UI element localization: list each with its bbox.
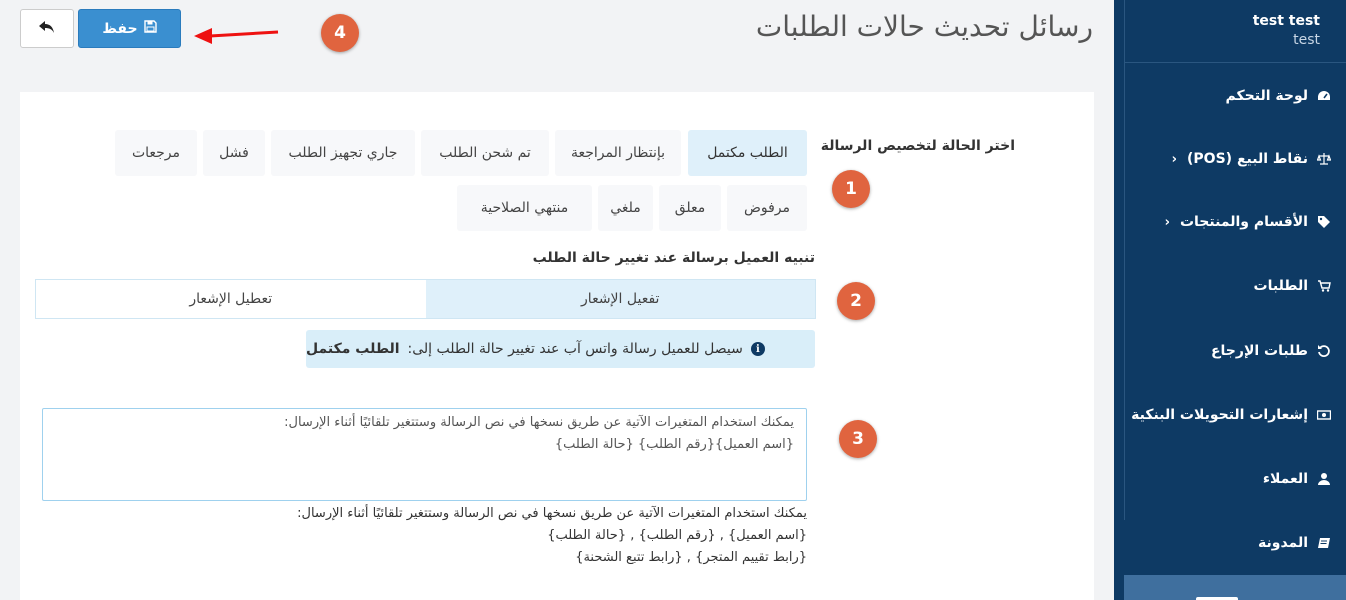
- status-option-refunded[interactable]: مرجعات: [115, 130, 197, 176]
- enable-notification-option[interactable]: تفعيل الإشعار: [425, 280, 815, 318]
- dashboard-icon: [1316, 88, 1332, 104]
- user-separator: [1124, 62, 1346, 63]
- sidebar-item-label: نقاط البيع (POS): [1187, 151, 1308, 167]
- sidebar-item-pos[interactable]: نقاط البيع (POS) ‹: [1172, 147, 1332, 171]
- sidebar-item-blog[interactable]: المدونة: [1258, 531, 1332, 555]
- help-line: يمكنك استخدام المتغيرات الآتية عن طريق ن…: [297, 506, 807, 521]
- sidebar-item-bank-transfers[interactable]: إشعارات التحويلات البنكية: [1131, 403, 1332, 427]
- sidebar-item-categories[interactable]: الأقسام والمنتجات ‹: [1165, 210, 1332, 234]
- save-label: حفظ: [102, 20, 138, 37]
- sidebar-item-label: طلبات الإرجاع: [1210, 343, 1308, 359]
- sidebar-item-active[interactable]: [1124, 575, 1346, 600]
- page-title: رسائل تحديث حالات الطلبات: [755, 10, 1093, 43]
- tag-icon: [1316, 214, 1332, 230]
- sidebar-item-label: إشعارات التحويلات البنكية: [1131, 407, 1308, 423]
- money-icon: [1316, 407, 1332, 423]
- info-alert: i سيصل للعميل رسالة واتس آب عند تغيير حا…: [306, 330, 815, 368]
- chevron-left-icon: ‹: [1171, 151, 1178, 167]
- annotation-badge-1: 1: [832, 170, 870, 208]
- sidebar-item-label: العملاء: [1262, 471, 1308, 487]
- status-option-processing[interactable]: جاري تجهيز الطلب: [271, 130, 415, 176]
- sidebar-item-label: المدونة: [1258, 535, 1308, 551]
- status-option-rejected[interactable]: مرفوض: [727, 185, 807, 231]
- notify-label: تنبيه العميل برسالة عند تغيير حالة الطلب: [532, 250, 815, 266]
- user-icon: [1316, 471, 1332, 487]
- status-option-on-hold[interactable]: معلق: [659, 185, 721, 231]
- floppy-disk-icon: [143, 20, 157, 37]
- status-option-expired[interactable]: منتهي الصلاحية: [457, 185, 592, 231]
- arrow-annotation-icon: [194, 28, 279, 44]
- notify-toggle: تعطيل الإشعار تفعيل الإشعار: [35, 279, 816, 319]
- sidebar-item-returns[interactable]: طلبات الإرجاع: [1211, 339, 1332, 363]
- scale-icon: [1316, 151, 1332, 167]
- undo-icon: [1316, 343, 1332, 359]
- sidebar-item-label: الأقسام والمنتجات: [1179, 214, 1308, 230]
- status-option-cancelled[interactable]: ملغي: [598, 185, 653, 231]
- info-text: سيصل للعميل رسالة واتس آب عند تغيير حالة…: [407, 341, 743, 357]
- status-option-shipped[interactable]: تم شحن الطلب: [421, 130, 549, 176]
- message-textarea[interactable]: يمكنك استخدام المتغيرات الآتية عن طريق ن…: [42, 408, 807, 501]
- disable-notification-option[interactable]: تعطيل الإشعار: [36, 280, 426, 318]
- status-select-label: اختر الحالة لتخصيص الرسالة: [820, 138, 1015, 154]
- help-line: {رابط تقييم المتجر} , {رابط تتبع الشحنة}: [575, 550, 807, 565]
- user-box[interactable]: test test test: [1253, 12, 1320, 50]
- annotation-badge-2: 2: [837, 282, 875, 320]
- cart-icon: [1316, 278, 1332, 294]
- sidebar-item-label: الطلبات: [1253, 278, 1308, 294]
- help-line: {اسم العميل} , {رقم الطلب} , {حالة الطلب…: [547, 528, 807, 543]
- status-option-completed[interactable]: الطلب مكتمل: [688, 130, 807, 176]
- variables-help: يمكنك استخدام المتغيرات الآتية عن طريق ن…: [207, 503, 807, 569]
- user-subtitle: test: [1293, 32, 1320, 48]
- reply-arrow-icon: [38, 19, 56, 38]
- annotation-badge-4: 4: [321, 14, 359, 52]
- sidebar-item-customers[interactable]: العملاء: [1263, 467, 1332, 491]
- chevron-left-icon: ‹: [1164, 214, 1170, 230]
- sidebar: test test test لوحة التحكم نقاط البيع (P…: [1114, 0, 1346, 600]
- book-icon: [1316, 535, 1332, 551]
- sidebar-item-orders[interactable]: الطلبات: [1254, 274, 1332, 298]
- sidebar-item-dashboard[interactable]: لوحة التحكم: [1226, 84, 1332, 108]
- info-status: الطلب مكتمل: [306, 341, 400, 357]
- annotation-badge-3: 3: [839, 420, 877, 458]
- user-name: test test: [1252, 13, 1320, 29]
- save-button[interactable]: حفظ: [78, 9, 181, 48]
- sidebar-divider: [1124, 0, 1125, 520]
- info-icon: i: [750, 342, 765, 356]
- back-button[interactable]: [20, 9, 74, 48]
- status-option-pending-review[interactable]: بإنتظار المراجعة: [555, 130, 681, 176]
- sidebar-item-label: لوحة التحكم: [1225, 88, 1308, 104]
- status-option-failed[interactable]: فشل: [203, 130, 265, 176]
